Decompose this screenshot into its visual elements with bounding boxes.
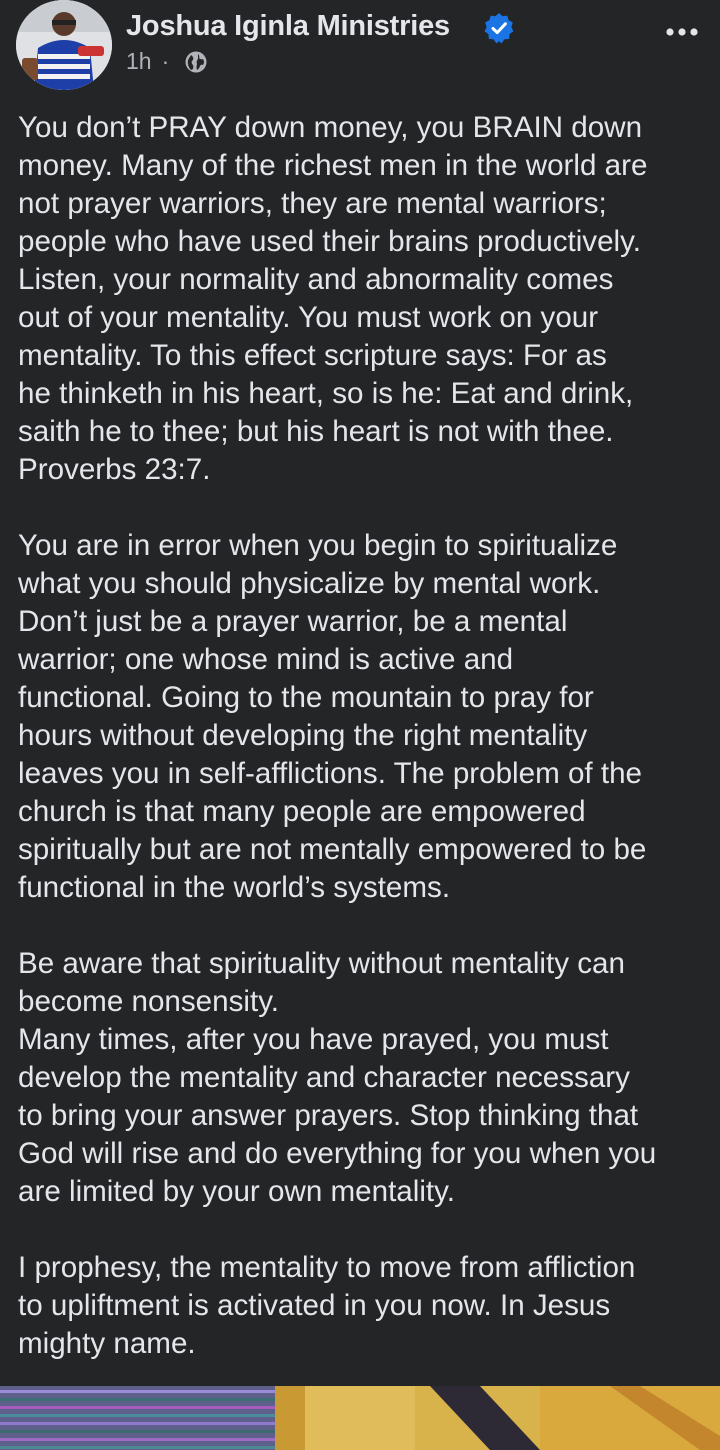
author-name[interactable]: Joshua Iginla Ministries bbox=[126, 10, 450, 43]
post-header: Joshua Iginla Ministries 1h · bbox=[0, 0, 720, 95]
post-meta: 1h · bbox=[126, 48, 177, 75]
globe-icon bbox=[185, 51, 207, 73]
post-paragraph: You are in error when you begin to spiri… bbox=[18, 529, 647, 904]
post-text: You don’t PRAY down money, you BRAIN dow… bbox=[18, 109, 708, 1363]
post-photo-icon bbox=[0, 1386, 720, 1450]
post-timestamp[interactable]: 1h bbox=[126, 48, 152, 74]
post-paragraph: Be aware that spirituality without menta… bbox=[18, 947, 657, 1208]
post-paragraph: I prophesy, the mentality to move from a… bbox=[18, 1251, 636, 1360]
meta-separator: · bbox=[161, 48, 170, 74]
avatar[interactable] bbox=[16, 0, 112, 90]
avatar-photo-icon bbox=[16, 0, 112, 90]
post-paragraph: You don’t PRAY down money, you BRAIN dow… bbox=[18, 111, 648, 486]
verified-badge-icon bbox=[484, 13, 514, 44]
post-image[interactable] bbox=[0, 1386, 720, 1450]
more-options-button[interactable] bbox=[660, 14, 704, 50]
